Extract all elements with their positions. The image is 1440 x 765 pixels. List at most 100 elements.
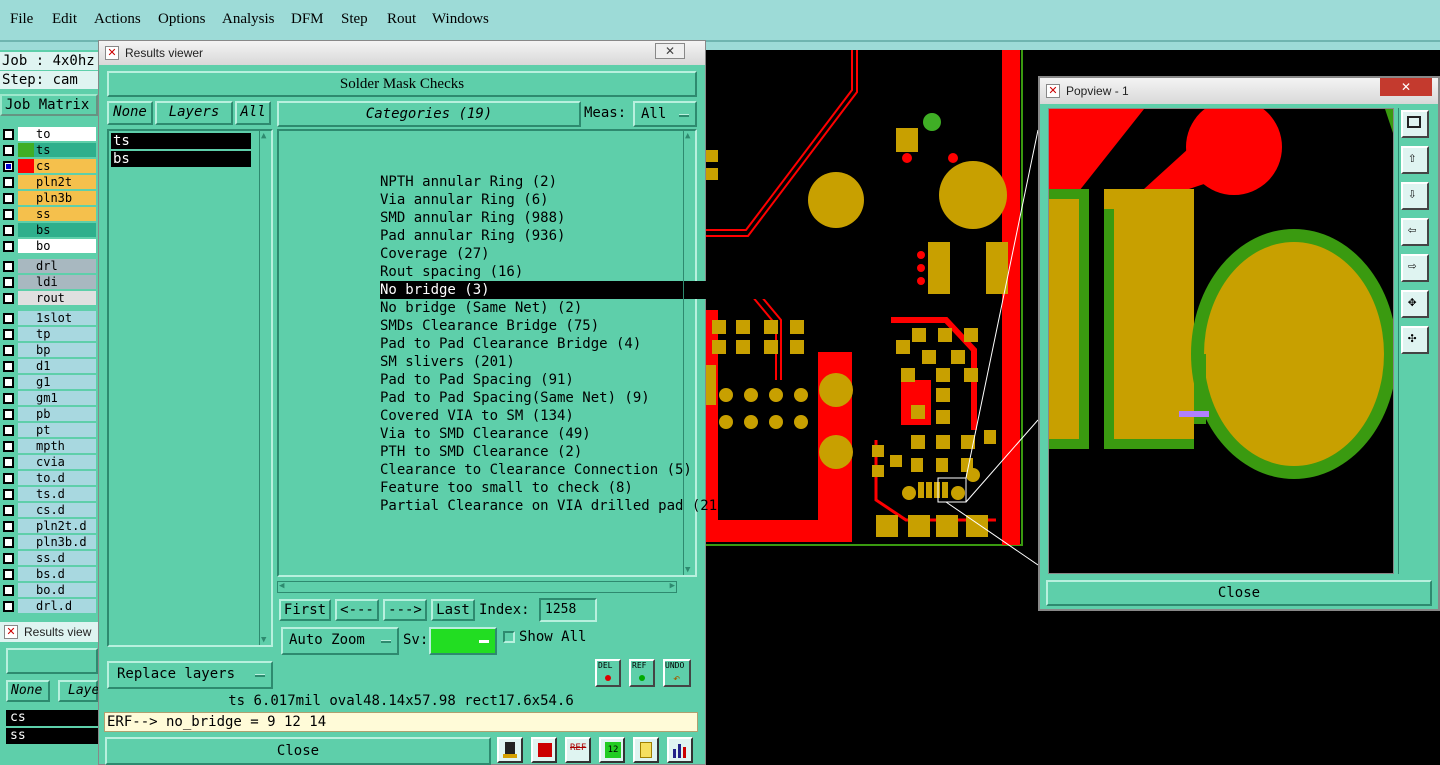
layer-color-swatch[interactable] bbox=[18, 567, 34, 581]
layer-row[interactable]: 1slot bbox=[0, 310, 98, 326]
layer-color-swatch[interactable] bbox=[18, 375, 34, 389]
close-icon[interactable]: ✕ bbox=[4, 625, 18, 639]
auto-zoom-dropdown[interactable]: Auto Zoom bbox=[281, 627, 399, 655]
layer-row[interactable]: ss bbox=[0, 206, 98, 222]
layer-tool-icon[interactable] bbox=[497, 737, 523, 763]
layer-row[interactable]: ts.d bbox=[0, 486, 98, 502]
layer-name[interactable]: drl.d bbox=[34, 599, 96, 613]
category-item[interactable]: No bridge (3) bbox=[380, 281, 772, 299]
layer-name[interactable]: pln3b.d bbox=[34, 535, 96, 549]
layer-checkbox[interactable] bbox=[3, 409, 14, 420]
layer-color-swatch[interactable] bbox=[18, 143, 34, 157]
meas-dropdown[interactable]: All bbox=[633, 101, 697, 127]
layers-button[interactable]: Layers bbox=[155, 101, 233, 125]
menu-step[interactable]: Step bbox=[341, 11, 368, 28]
layer-row[interactable]: rout bbox=[0, 290, 98, 306]
ref-filter-icon[interactable]: REF bbox=[565, 737, 591, 763]
layer-color-swatch[interactable] bbox=[18, 275, 34, 289]
category-item[interactable]: No bridge (Same Net) (2) bbox=[380, 299, 772, 317]
ref-button[interactable]: REF bbox=[629, 659, 655, 687]
layer-name[interactable]: gm1 bbox=[34, 391, 96, 405]
results-viewer-titlebar[interactable]: ✕ Results viewer ✕ bbox=[99, 41, 705, 65]
layer-row[interactable]: ts bbox=[0, 142, 98, 158]
layer-row[interactable]: pln3b.d bbox=[0, 534, 98, 550]
layer-color-swatch[interactable] bbox=[18, 259, 34, 273]
layer-checkbox[interactable] bbox=[3, 313, 14, 324]
scroll-right-icon[interactable]: ▶ bbox=[670, 581, 675, 591]
layer-row[interactable]: bo bbox=[0, 238, 98, 254]
popview-canvas[interactable] bbox=[1048, 108, 1394, 574]
layer-name[interactable]: cvia bbox=[34, 455, 96, 469]
scroll-left-icon[interactable]: ◀ bbox=[279, 581, 284, 591]
category-item[interactable]: Pad to Pad Spacing (91) bbox=[380, 371, 772, 389]
notes-icon[interactable] bbox=[633, 737, 659, 763]
menu-edit[interactable]: Edit bbox=[52, 11, 77, 28]
rv2-layer-item[interactable]: ss bbox=[6, 728, 98, 744]
report-icon[interactable] bbox=[531, 737, 557, 763]
layer-color-swatch[interactable] bbox=[18, 487, 34, 501]
categories-scrollbar[interactable]: ▲ ▼ bbox=[683, 131, 695, 575]
rv2-none-button[interactable]: None bbox=[6, 680, 50, 702]
layer-name[interactable]: rout bbox=[34, 291, 96, 305]
layer-name[interactable]: bs bbox=[34, 223, 96, 237]
layer-row[interactable]: d1 bbox=[0, 358, 98, 374]
category-item[interactable]: SMD annular Ring (988) bbox=[380, 209, 772, 227]
category-item[interactable]: SM slivers (201) bbox=[380, 353, 772, 371]
layer-name[interactable]: to bbox=[34, 127, 96, 141]
popview-close-button[interactable]: Close bbox=[1046, 580, 1432, 606]
layer-row[interactable]: ss.d bbox=[0, 550, 98, 566]
layer-checkbox[interactable] bbox=[3, 505, 14, 516]
layer-color-swatch[interactable] bbox=[18, 311, 34, 325]
first-button[interactable]: First bbox=[279, 599, 331, 621]
layer-checkbox[interactable] bbox=[3, 521, 14, 532]
zoom-in-icon[interactable]: ✥ bbox=[1401, 290, 1429, 318]
layer-checkbox[interactable] bbox=[3, 441, 14, 452]
layer-checkbox[interactable] bbox=[3, 457, 14, 468]
layer-color-swatch[interactable] bbox=[18, 471, 34, 485]
layer-checkbox[interactable] bbox=[3, 601, 14, 612]
layer-item-bs[interactable]: bs bbox=[111, 151, 251, 167]
layer-name[interactable]: cs.d bbox=[34, 503, 96, 517]
all-button[interactable]: All bbox=[235, 101, 271, 125]
close-button[interactable]: Close bbox=[105, 737, 491, 765]
layer-checkbox[interactable] bbox=[3, 377, 14, 388]
histogram-icon[interactable] bbox=[667, 737, 693, 763]
number-icon[interactable]: 12 bbox=[599, 737, 625, 763]
category-item[interactable]: Pad annular Ring (936) bbox=[380, 227, 772, 245]
layer-row[interactable]: gm1 bbox=[0, 390, 98, 406]
layer-color-swatch[interactable] bbox=[18, 191, 34, 205]
categories-hscrollbar[interactable]: ◀ ▶ bbox=[277, 581, 677, 593]
layer-row[interactable]: ldi bbox=[0, 274, 98, 290]
category-item[interactable]: Pad to Pad Spacing(Same Net) (9) bbox=[380, 389, 772, 407]
layer-row[interactable]: to bbox=[0, 126, 98, 142]
next-button[interactable]: ---> bbox=[383, 599, 427, 621]
layer-checkbox[interactable] bbox=[3, 329, 14, 340]
layer-name[interactable]: g1 bbox=[34, 375, 96, 389]
layer-name[interactable]: bp bbox=[34, 343, 96, 357]
layer-color-swatch[interactable] bbox=[18, 599, 34, 613]
layer-row[interactable]: to.d bbox=[0, 470, 98, 486]
replace-layers-dropdown[interactable]: Replace layers bbox=[107, 661, 273, 689]
layer-name[interactable]: to.d bbox=[34, 471, 96, 485]
layer-row[interactable]: pt bbox=[0, 422, 98, 438]
layer-color-swatch[interactable] bbox=[18, 175, 34, 189]
layer-name[interactable]: cs bbox=[34, 159, 96, 173]
layer-checkbox[interactable] bbox=[3, 193, 14, 204]
layer-name[interactable]: bo.d bbox=[34, 583, 96, 597]
window-close-icon[interactable]: ✕ bbox=[655, 43, 685, 59]
layer-name[interactable]: drl bbox=[34, 259, 96, 273]
layer-row[interactable]: drl bbox=[0, 258, 98, 274]
layer-row[interactable]: bs.d bbox=[0, 566, 98, 582]
layer-name[interactable]: tp bbox=[34, 327, 96, 341]
layer-checkbox[interactable] bbox=[3, 161, 14, 172]
category-item[interactable]: Pad to Pad Clearance Bridge (4) bbox=[380, 335, 772, 353]
layer-color-swatch[interactable] bbox=[18, 359, 34, 373]
menu-analysis[interactable]: Analysis bbox=[222, 11, 275, 28]
layer-color-swatch[interactable] bbox=[18, 223, 34, 237]
layer-row[interactable]: pln3b bbox=[0, 190, 98, 206]
layer-name[interactable]: pb bbox=[34, 407, 96, 421]
layer-checkbox[interactable] bbox=[3, 585, 14, 596]
layer-checkbox[interactable] bbox=[3, 553, 14, 564]
category-item[interactable]: NPTH annular Ring (2) bbox=[380, 173, 772, 191]
layer-name[interactable]: d1 bbox=[34, 359, 96, 373]
